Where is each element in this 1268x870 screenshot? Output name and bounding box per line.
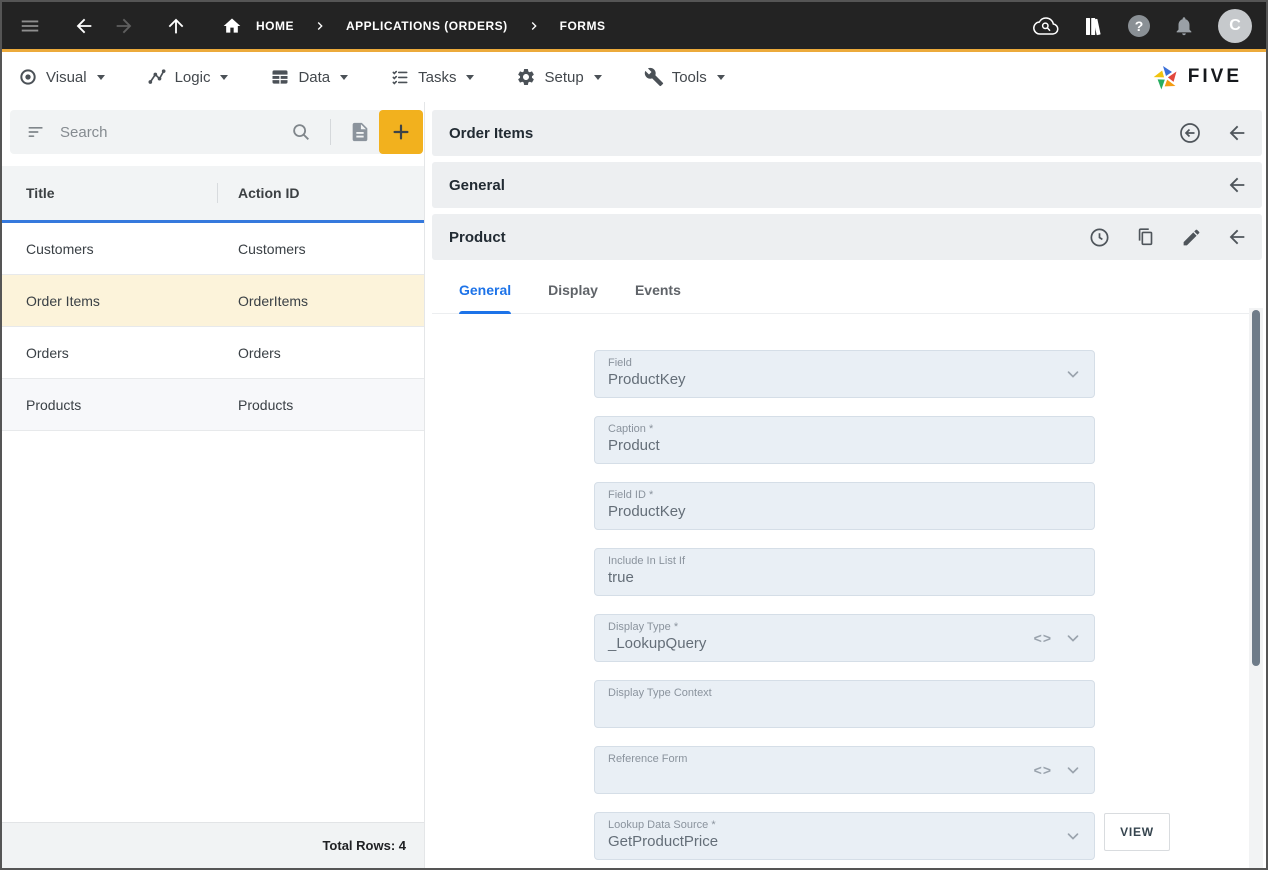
- library-books-icon[interactable]: [1080, 12, 1108, 40]
- add-form-button[interactable]: [379, 110, 423, 154]
- caret-down-icon: [594, 75, 602, 80]
- display-type-dropdown[interactable]: Display Type * _LookupQuery <>: [594, 614, 1095, 662]
- section-title: Order Items: [449, 125, 533, 142]
- table-row-orders[interactable]: Orders Orders: [2, 327, 424, 379]
- form-detail-panel: Order Items General: [425, 102, 1266, 868]
- five-brand-logo: FIVE: [1152, 63, 1250, 91]
- chevron-down-icon[interactable]: [1064, 629, 1082, 647]
- collapse-back-icon[interactable]: [1226, 226, 1248, 248]
- scrollbar-track[interactable]: [1249, 308, 1263, 868]
- caption-input[interactable]: Caption * Product: [594, 416, 1095, 464]
- tab-display[interactable]: Display: [548, 266, 598, 314]
- search-input[interactable]: [60, 124, 282, 141]
- menu-tools[interactable]: Tools: [644, 67, 725, 87]
- help-icon[interactable]: ?: [1128, 15, 1150, 37]
- chevron-down-icon[interactable]: [1064, 365, 1082, 383]
- chevron-down-icon[interactable]: [1064, 761, 1082, 779]
- search-bar: [10, 110, 423, 154]
- display-type-context-input[interactable]: Display Type Context: [594, 680, 1095, 728]
- caret-down-icon: [220, 75, 228, 80]
- product-tabs: General Display Events: [432, 266, 1262, 314]
- table-row-products[interactable]: Products Products: [2, 379, 424, 431]
- table-empty-space: [2, 431, 424, 822]
- table-header: Title Action ID: [2, 166, 424, 220]
- field-dropdown[interactable]: Field ProductKey: [594, 350, 1095, 398]
- section-general: General: [432, 162, 1262, 208]
- reference-form-dropdown[interactable]: Reference Form <>: [594, 746, 1095, 794]
- top-navigation-bar: HOME APPLICATIONS (ORDERS) FORMS: [2, 2, 1266, 52]
- caret-down-icon: [97, 75, 105, 80]
- menu-logic[interactable]: Logic: [147, 67, 229, 87]
- chevron-down-icon[interactable]: [1064, 827, 1082, 845]
- main-menu-bar: Visual Logic Data Tasks Setup: [2, 52, 1266, 102]
- home-icon[interactable]: [218, 12, 246, 40]
- app-window: HOME APPLICATIONS (ORDERS) FORMS: [0, 0, 1268, 870]
- tab-general[interactable]: General: [459, 266, 511, 314]
- filter-icon[interactable]: [26, 122, 46, 142]
- brand-text: FIVE: [1188, 66, 1242, 88]
- tools-icon: [644, 67, 664, 87]
- menu-setup[interactable]: Setup: [516, 67, 601, 87]
- edit-pencil-icon[interactable]: [1181, 227, 1202, 248]
- search-icon[interactable]: [282, 110, 320, 154]
- avatar[interactable]: C: [1218, 9, 1252, 43]
- section-title: General: [449, 177, 505, 194]
- up-arrow-icon[interactable]: [162, 12, 190, 40]
- total-rows-label: Total Rows: 4: [322, 838, 406, 853]
- scrollbar-thumb[interactable]: [1252, 310, 1260, 666]
- column-header-title[interactable]: Title: [26, 185, 238, 201]
- visual-eye-icon: [18, 67, 38, 87]
- data-table-icon: [270, 67, 290, 87]
- copy-icon[interactable]: [1135, 226, 1157, 248]
- code-icon[interactable]: <>: [1034, 630, 1052, 646]
- chevron-right-icon: [526, 18, 542, 34]
- section-product: Product: [432, 214, 1262, 260]
- collapse-back-icon[interactable]: [1226, 122, 1248, 144]
- section-title: Product: [449, 229, 506, 246]
- copy-record-icon[interactable]: [341, 110, 379, 154]
- tab-events[interactable]: Events: [635, 266, 681, 314]
- table-row-order-items[interactable]: Order Items OrderItems: [2, 275, 424, 327]
- view-button[interactable]: VIEW: [1104, 813, 1170, 851]
- breadcrumb-applications[interactable]: APPLICATIONS (ORDERS): [346, 19, 508, 33]
- divider: [330, 119, 331, 145]
- caret-down-icon: [466, 75, 474, 80]
- chevron-right-icon: [312, 18, 328, 34]
- undo-circle-icon[interactable]: [1178, 121, 1202, 145]
- total-rows-footer: Total Rows: 4: [2, 822, 424, 868]
- forward-arrow-icon[interactable]: [110, 12, 138, 40]
- cloud-search-icon[interactable]: [1032, 12, 1060, 40]
- column-header-action-id[interactable]: Action ID: [238, 185, 424, 201]
- back-arrow-icon[interactable]: [70, 12, 98, 40]
- table-row-customers[interactable]: Customers Customers: [2, 223, 424, 275]
- breadcrumb-home[interactable]: HOME: [256, 19, 294, 33]
- collapse-back-icon[interactable]: [1226, 174, 1248, 196]
- hamburger-menu-icon[interactable]: [16, 12, 44, 40]
- five-pinwheel-icon: [1152, 63, 1180, 91]
- setup-gear-icon: [516, 67, 536, 87]
- history-clock-icon[interactable]: [1088, 226, 1111, 249]
- caret-down-icon: [717, 75, 725, 80]
- forms-list-panel: Title Action ID Customers Customers Orde…: [2, 102, 425, 868]
- section-order-items: Order Items: [432, 110, 1262, 156]
- code-icon[interactable]: <>: [1034, 762, 1052, 778]
- notifications-bell-icon[interactable]: [1170, 12, 1198, 40]
- caret-down-icon: [340, 75, 348, 80]
- field-id-input[interactable]: Field ID * ProductKey: [594, 482, 1095, 530]
- menu-visual[interactable]: Visual: [18, 67, 105, 87]
- plus-icon: [390, 121, 412, 143]
- menu-tasks[interactable]: Tasks: [390, 67, 474, 87]
- tasks-checklist-icon: [390, 67, 410, 87]
- lookup-data-source-dropdown[interactable]: Lookup Data Source * GetProductPrice: [594, 812, 1095, 860]
- menu-data[interactable]: Data: [270, 67, 348, 87]
- logic-flow-icon: [147, 67, 167, 87]
- include-in-list-if-input[interactable]: Include In List If true: [594, 548, 1095, 596]
- product-general-form: Field ProductKey Caption * Product: [432, 314, 1262, 860]
- breadcrumb-forms[interactable]: FORMS: [560, 19, 606, 33]
